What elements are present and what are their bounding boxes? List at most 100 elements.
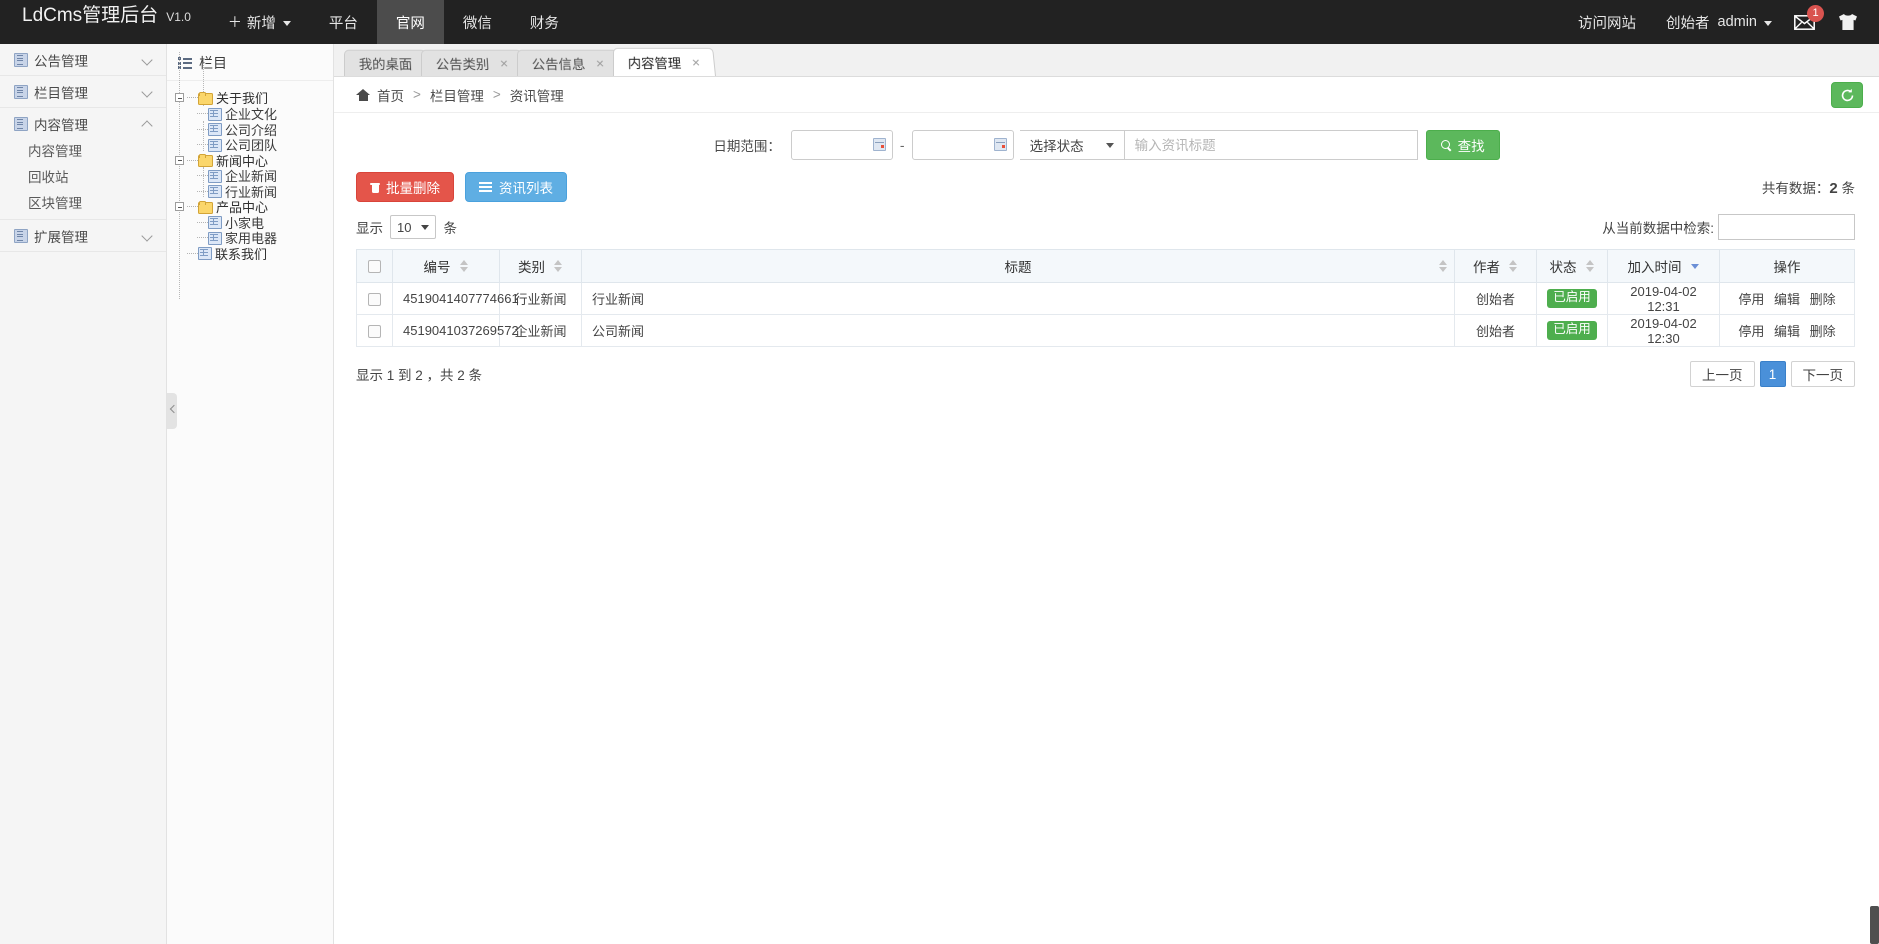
chevron-down-icon [283, 21, 291, 26]
tab-my-desktop[interactable]: 我的桌面 [344, 50, 428, 76]
nav-item-website[interactable]: 官网 [377, 0, 444, 44]
tree-connector [197, 191, 208, 192]
row-checkbox[interactable] [368, 325, 381, 338]
tab-label: 内容管理 [628, 53, 682, 72]
breadcrumb-item-column[interactable]: 栏目管理 [430, 85, 484, 105]
sidebar-item-content-label: 内容管理 [34, 114, 142, 134]
sidebar-item-content[interactable]: 内容管理 [0, 108, 166, 139]
sort-arrows-icon [460, 259, 469, 273]
chevron-down-icon [1764, 21, 1772, 26]
date-end-input[interactable] [912, 130, 1014, 160]
table-header-row: 编号 类别 [357, 250, 1855, 283]
visit-site-link[interactable]: 访问网站 [1563, 0, 1651, 44]
folder-icon [198, 92, 212, 104]
select-all-checkbox[interactable] [368, 260, 381, 273]
news-list-button[interactable]: 资讯列表 [465, 172, 567, 202]
mail-button[interactable]: 1 [1780, 0, 1831, 44]
tab-announcement-info[interactable]: 公告信息 × [517, 50, 620, 76]
select-all-header[interactable] [357, 250, 393, 283]
table-filter-group: 从当前数据中检索: [1602, 214, 1855, 240]
page-icon [208, 123, 221, 135]
table-filter-input[interactable] [1718, 214, 1855, 240]
sidebar-item-announcement[interactable]: 公告管理 [0, 44, 166, 75]
tab-content-management[interactable]: 内容管理 × [613, 48, 716, 76]
tree-node-contact-us[interactable]: 联系我们 [175, 246, 333, 262]
tab-announcement-category[interactable]: 公告类别 × [421, 50, 524, 76]
tree-connector [187, 160, 198, 161]
batch-delete-button[interactable]: 批量删除 [356, 172, 454, 202]
tree-connector [187, 97, 198, 98]
sort-arrows-icon [1509, 259, 1518, 273]
filter-bar: 日期范围： - 选择状态 查找 [334, 113, 1879, 172]
sort-arrows-icon [1439, 259, 1448, 273]
bars-icon [479, 182, 492, 192]
date-start-input[interactable] [791, 130, 893, 160]
nav-item-wechat[interactable]: 微信 [444, 0, 511, 44]
tree-node-about-us[interactable]: 关于我们 [175, 90, 333, 106]
cell-author: 创始者 [1455, 283, 1537, 315]
table-row[interactable]: 4519041407774661 行业新闻 行业新闻 创始者 已启用 2019-… [357, 283, 1855, 315]
close-icon[interactable]: × [499, 56, 508, 70]
delete-link[interactable]: 删除 [1810, 324, 1836, 339]
news-list-label: 资讯列表 [499, 177, 553, 197]
nav-item-platform[interactable]: 平台 [310, 0, 377, 44]
page-length-value: 10 [397, 220, 411, 235]
scrollbar-thumb[interactable] [1870, 906, 1879, 944]
disable-link[interactable]: 停用 [1738, 292, 1764, 307]
tree-connector [197, 222, 208, 223]
theme-button[interactable] [1831, 0, 1879, 44]
row-select-cell[interactable] [357, 315, 393, 347]
row-checkbox[interactable] [368, 293, 381, 306]
total-prefix: 共有数据： [1762, 181, 1830, 196]
close-icon[interactable]: × [692, 55, 701, 69]
breadcrumb-separator: > [493, 87, 501, 102]
nav-item-finance[interactable]: 财务 [511, 0, 578, 44]
column-header-created[interactable]: 加入时间 [1608, 250, 1720, 283]
home-icon [356, 88, 370, 101]
tree-toggle-minus-icon[interactable] [175, 93, 184, 102]
column-header-category[interactable]: 类别 [500, 250, 582, 283]
column-header-title[interactable]: 标题 [582, 250, 1455, 283]
batch-delete-label: 批量删除 [386, 177, 440, 197]
sidebar-item-extension[interactable]: 扩展管理 [0, 220, 166, 251]
edit-link[interactable]: 编辑 [1774, 292, 1800, 307]
search-button[interactable]: 查找 [1426, 130, 1500, 160]
table-row[interactable]: 4519041037269572 企业新闻 公司新闻 创始者 已启用 2019-… [357, 315, 1855, 347]
tree-toggle-minus-icon[interactable] [175, 156, 184, 165]
edit-link[interactable]: 编辑 [1774, 324, 1800, 339]
top-nav-items: ＋ 新增 平台 官网 微信 财务 [209, 0, 578, 44]
nav-item-add[interactable]: ＋ 新增 [209, 0, 310, 44]
tree-toggle-minus-icon[interactable] [175, 202, 184, 211]
breadcrumb-separator: > [413, 87, 421, 102]
prev-page-button[interactable]: 上一页 [1690, 361, 1755, 387]
column-header-author[interactable]: 作者 [1455, 250, 1537, 283]
calendar-icon [994, 138, 1007, 151]
tree-panel-title: 栏目 [167, 46, 333, 81]
column-header-status[interactable]: 状态 [1537, 250, 1608, 283]
title-search-input[interactable] [1125, 130, 1418, 160]
page-length-select[interactable]: 10 [390, 215, 436, 239]
sidebar-item-extension-label: 扩展管理 [34, 226, 142, 246]
sidebar-item-column[interactable]: 栏目管理 [0, 76, 166, 107]
column-header-id[interactable]: 编号 [393, 250, 500, 283]
page-icon [198, 247, 211, 259]
sidebar-collapse-handle[interactable] [167, 393, 177, 429]
refresh-button[interactable] [1831, 82, 1863, 108]
user-menu[interactable]: 创始者 admin [1651, 0, 1780, 44]
brand-logo[interactable]: LdCms管理后台 V1.0 [0, 0, 209, 44]
delete-link[interactable]: 删除 [1810, 292, 1836, 307]
next-page-button[interactable]: 下一页 [1791, 361, 1856, 387]
chevron-up-icon [142, 118, 153, 129]
disable-link[interactable]: 停用 [1738, 324, 1764, 339]
sidebar-subitem-content-manage[interactable]: 内容管理 [0, 139, 166, 165]
total-suffix: 条 [1842, 181, 1856, 196]
status-select[interactable]: 选择状态 [1020, 130, 1125, 160]
sidebar-subitem-block[interactable]: 区块管理 [0, 191, 166, 217]
row-select-cell[interactable] [357, 283, 393, 315]
nav-item-platform-label: 平台 [329, 12, 358, 33]
breadcrumb-item-home[interactable]: 首页 [377, 85, 404, 105]
status-select-label: 选择状态 [1030, 135, 1084, 155]
close-icon[interactable]: × [596, 56, 605, 70]
page-button-1[interactable]: 1 [1760, 361, 1786, 387]
sidebar-subitem-recycle[interactable]: 回收站 [0, 165, 166, 191]
